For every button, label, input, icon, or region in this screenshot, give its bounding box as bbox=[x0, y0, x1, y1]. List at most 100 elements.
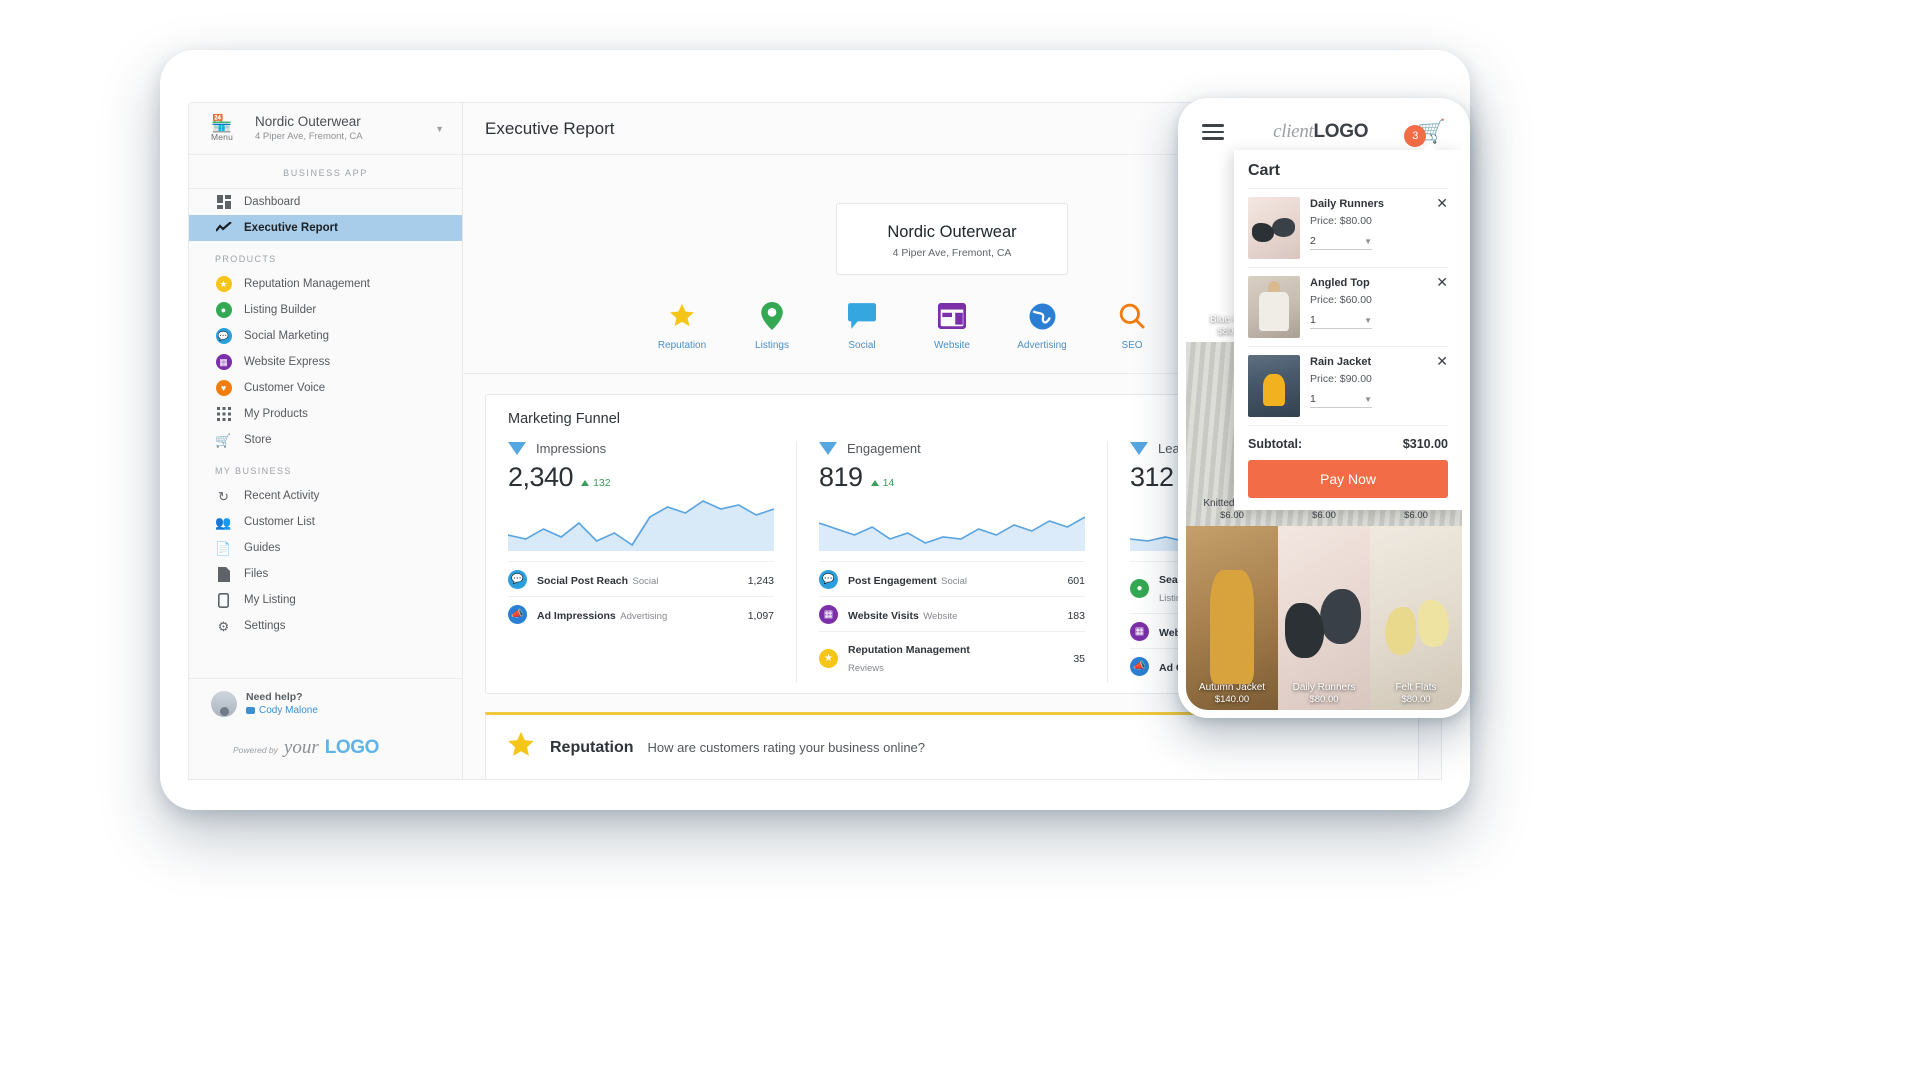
tile-name: Felt Flats bbox=[1395, 682, 1437, 693]
sidebar-item-customer-list[interactable]: 👥 Customer List bbox=[189, 509, 462, 535]
breakdown-row[interactable]: 📣 Ad Impressions Advertising 1,097 bbox=[508, 596, 774, 631]
sidebar-item-customer-voice[interactable]: ♥ Customer Voice bbox=[189, 375, 462, 401]
sidebar-item-label: Recent Activity bbox=[244, 490, 320, 502]
quantity-value: 2 bbox=[1310, 235, 1316, 247]
sidebar-footer: Need help? Cody Malone Powered by your LO… bbox=[189, 678, 462, 779]
breakdown-title: Website Visits bbox=[848, 609, 919, 622]
close-icon[interactable]: ✕ bbox=[1436, 275, 1448, 289]
sidebar-section-products: PRODUCTS bbox=[215, 254, 277, 264]
tile-name: Autumn Jacket bbox=[1198, 682, 1266, 693]
cart-item-price: Price: $60.00 bbox=[1310, 294, 1372, 306]
product-tile[interactable]: Autumn Jacket $140.00 bbox=[1186, 526, 1278, 710]
logo-bold: LOGO bbox=[1313, 121, 1369, 142]
breakdown-title: Post Engagement bbox=[848, 574, 937, 587]
globe-icon bbox=[997, 301, 1087, 331]
breakdown-row[interactable]: 💬 Social Post Reach Social 1,243 bbox=[508, 561, 774, 596]
funnel-column-impressions: Impressions 2,340 132 💬 Social Post Reac… bbox=[486, 441, 797, 683]
sidebar-item-social-marketing[interactable]: 💬 Social Marketing bbox=[189, 323, 462, 349]
trend-line-icon bbox=[215, 220, 232, 237]
cart-item: Rain Jacket ✕ Price: $90.00 1 ▼ bbox=[1248, 346, 1448, 425]
hamburger-menu-icon[interactable] bbox=[1202, 124, 1224, 140]
business-selector[interactable]: Nordic Outerwear 4 Piper Ave, Fremont, C… bbox=[255, 114, 423, 143]
sidebar-item-files[interactable]: Files bbox=[189, 561, 462, 587]
cart-item-thumbnail bbox=[1248, 197, 1300, 259]
help-block[interactable]: Need help? Cody Malone bbox=[211, 691, 444, 717]
sidebar-item-recent-activity[interactable]: ↻ Recent Activity bbox=[189, 483, 462, 509]
file-icon bbox=[215, 566, 232, 583]
chat-bubble-icon: 💬 bbox=[215, 328, 232, 345]
product-label: Reputation bbox=[657, 340, 707, 351]
product-tile[interactable]: Felt Flats $80.00 bbox=[1370, 526, 1462, 710]
sidebar-item-website-express[interactable]: ▦ Website Express bbox=[189, 349, 462, 375]
cart-item: Angled Top ✕ Price: $60.00 1 ▼ bbox=[1248, 267, 1448, 346]
cart-item-thumbnail bbox=[1248, 355, 1300, 417]
tile-price: $80.00 bbox=[1401, 694, 1431, 705]
megaphone-icon: 📣 bbox=[508, 605, 527, 624]
close-icon[interactable]: ✕ bbox=[1436, 196, 1448, 210]
chevron-down-icon: ▼ bbox=[1364, 315, 1372, 325]
cart-button[interactable]: 3 🛒 bbox=[1404, 120, 1446, 147]
apps-grid-icon bbox=[215, 406, 232, 423]
sidebar-item-executive-report[interactable]: Executive Report bbox=[189, 215, 462, 241]
gear-icon: ⚙ bbox=[217, 618, 230, 634]
subtotal-value: $310.00 bbox=[1402, 437, 1448, 451]
product-label: Advertising bbox=[1017, 340, 1067, 351]
book-icon: 📄 bbox=[215, 540, 232, 556]
product-tile-website[interactable]: Website bbox=[907, 301, 997, 351]
cart-item-quantity-select[interactable]: 1 ▼ bbox=[1310, 314, 1372, 329]
breakdown-value: 1,097 bbox=[747, 609, 774, 622]
breakdown-subtitle: Website bbox=[923, 610, 958, 622]
sidebar-item-label: My Listing bbox=[244, 594, 296, 606]
avatar bbox=[211, 691, 237, 717]
sidebar-item-label: Settings bbox=[244, 620, 286, 632]
menu-button[interactable]: 🏪 Menu bbox=[199, 115, 245, 142]
sidebar-item-dashboard[interactable]: Dashboard bbox=[189, 189, 462, 215]
breakdown-value: 1,243 bbox=[747, 574, 774, 587]
sidebar-item-settings[interactable]: ⚙ Settings bbox=[189, 613, 462, 639]
product-tile-listings[interactable]: Listings bbox=[727, 301, 817, 351]
cart-item-quantity-select[interactable]: 1 ▼ bbox=[1310, 393, 1372, 408]
product-label: Website bbox=[934, 340, 970, 351]
breakdown-subtitle: Social bbox=[941, 575, 968, 587]
quantity-value: 1 bbox=[1310, 314, 1316, 326]
product-tile-reputation[interactable]: Reputation bbox=[637, 301, 727, 351]
sidebar-item-my-listing[interactable]: My Listing bbox=[189, 587, 462, 613]
breakdown-value: 601 bbox=[1067, 574, 1085, 587]
product-label: SEO bbox=[1121, 340, 1143, 351]
cart-item-quantity-select[interactable]: 2 ▼ bbox=[1310, 235, 1372, 250]
breakdown-row[interactable]: ★ Reputation Management Reviews 35 bbox=[819, 631, 1085, 683]
close-icon[interactable]: ✕ bbox=[1436, 354, 1448, 368]
funnel-stage-delta: 132 bbox=[581, 477, 611, 489]
quantity-value: 1 bbox=[1310, 393, 1316, 405]
sidebar-item-store[interactable]: 🛒 Store bbox=[189, 427, 462, 453]
product-tile-social[interactable]: Social bbox=[817, 301, 907, 351]
star-icon bbox=[506, 730, 536, 765]
product-tile-advertising[interactable]: Advertising bbox=[997, 301, 1087, 351]
sidebar-item-listing-builder[interactable]: ● Listing Builder bbox=[189, 297, 462, 323]
sidebar-item-guides[interactable]: 📄 Guides bbox=[189, 535, 462, 561]
breakdown-row[interactable]: 💬 Post Engagement Social 601 bbox=[819, 561, 1085, 596]
sidebar-item-label: Executive Report bbox=[244, 222, 338, 234]
location-pin-icon bbox=[727, 301, 817, 331]
chat-bubble-icon: 💬 bbox=[508, 570, 527, 589]
business-name: Nordic Outerwear bbox=[255, 114, 361, 129]
breakdown-title: Ad Impressions bbox=[537, 609, 616, 622]
product-tile[interactable]: Daily Runners $80.00 bbox=[1278, 526, 1370, 710]
chevron-down-icon[interactable]: ▼ bbox=[433, 124, 452, 134]
cart-item-price: Price: $80.00 bbox=[1310, 215, 1372, 227]
heart-icon: ♥ bbox=[215, 380, 232, 397]
breakdown-row[interactable]: ▦ Website Visits Website 183 bbox=[819, 596, 1085, 631]
help-contact[interactable]: Cody Malone bbox=[246, 704, 318, 717]
star-icon bbox=[637, 301, 727, 331]
location-pin-icon: ● bbox=[1130, 578, 1149, 598]
menu-label: Menu bbox=[210, 131, 234, 142]
product-tile-seo[interactable]: SEO bbox=[1087, 301, 1177, 351]
sidebar-item-reputation-management[interactable]: ★ Reputation Management bbox=[189, 271, 462, 297]
sidebar-item-label: Store bbox=[244, 434, 272, 446]
people-icon: 👥 bbox=[215, 514, 232, 530]
powered-by-logo: Powered by your LOGO bbox=[211, 717, 444, 773]
pay-now-button[interactable]: Pay Now bbox=[1248, 460, 1448, 498]
browser-window-icon bbox=[907, 301, 997, 331]
sidebar-item-my-products[interactable]: My Products bbox=[189, 401, 462, 427]
search-icon bbox=[1087, 301, 1177, 331]
